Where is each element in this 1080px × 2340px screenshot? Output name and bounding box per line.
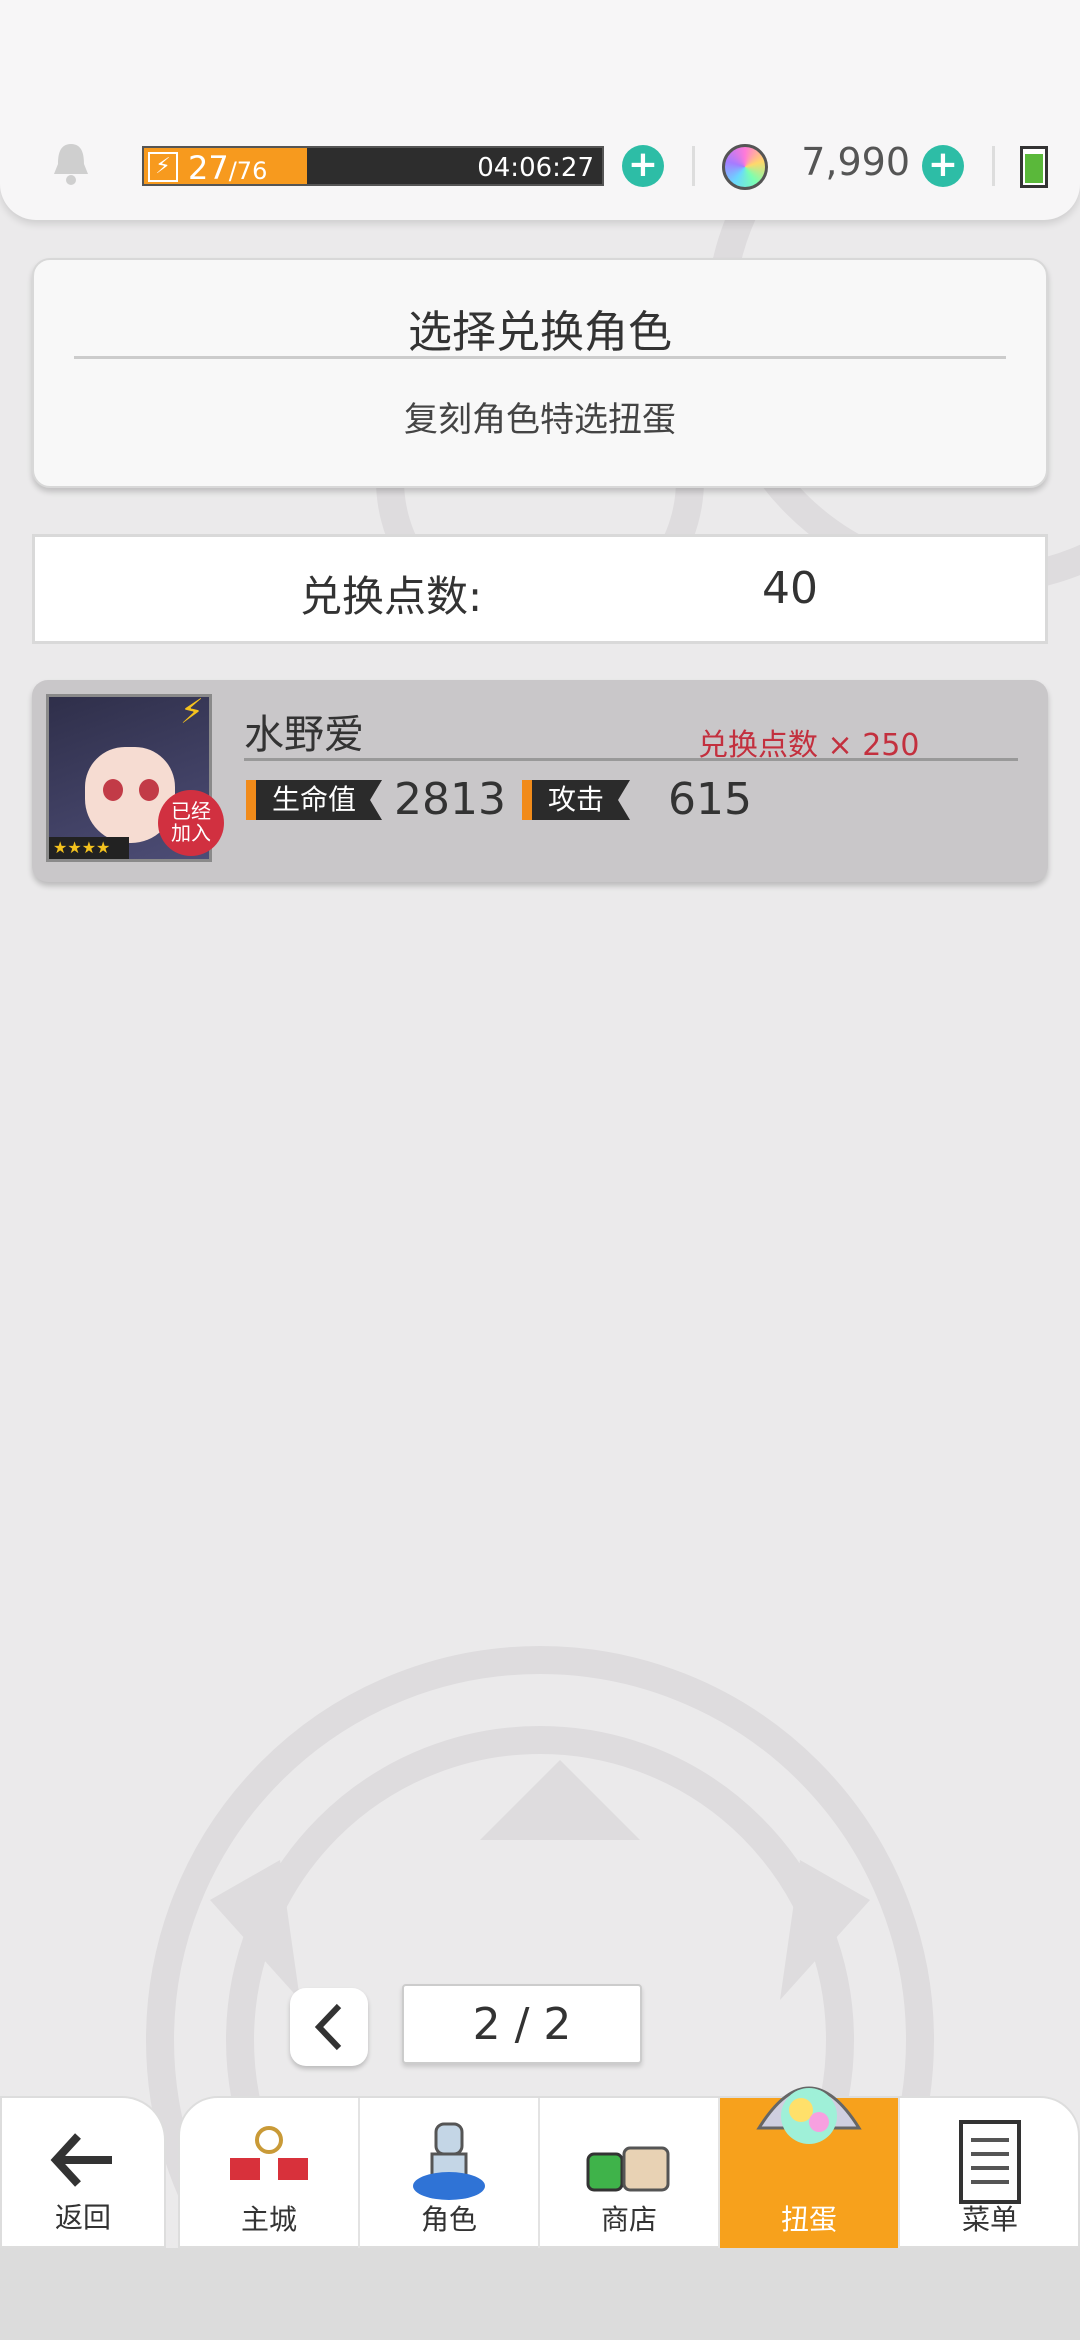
hp-value: 2813 bbox=[394, 774, 506, 825]
page-subtitle: 复刻角色特选扭蛋 bbox=[404, 400, 676, 440]
nav-item-menu[interactable]: 菜单 bbox=[900, 2098, 1080, 2248]
character-card[interactable]: ★★★★ ⚡ 已经 加入 水野爱 兑换点数 × 250 生命值 2813 攻击 … bbox=[32, 680, 1048, 882]
back-label: 返回 bbox=[54, 2201, 111, 2234]
divider bbox=[692, 146, 695, 186]
exchange-points-value: 40 bbox=[762, 563, 818, 614]
stamina-value: 27/76 bbox=[188, 149, 268, 187]
bottom-nav: 主城 角色 商店 扭蛋 菜单 bbox=[178, 2086, 1080, 2248]
lightning-icon: ⚡ bbox=[148, 152, 178, 182]
shop-icon bbox=[586, 2146, 670, 2192]
gem-count: 7,990 bbox=[801, 140, 910, 184]
add-gem-button[interactable]: + bbox=[922, 145, 964, 187]
previous-page-button[interactable] bbox=[290, 1988, 368, 2066]
stamina-bar: ⚡ 27/76 04:06:27 bbox=[142, 146, 604, 187]
stamina-timer: 04:06:27 bbox=[477, 153, 594, 183]
bell-icon[interactable] bbox=[50, 140, 92, 186]
battery-icon bbox=[1020, 146, 1048, 188]
character-icon bbox=[413, 2122, 485, 2200]
divider bbox=[244, 758, 1018, 761]
nav-item-gacha[interactable]: 扭蛋 bbox=[720, 2086, 900, 2248]
nav-label: 商店 bbox=[600, 2203, 657, 2236]
character-name: 水野爱 bbox=[244, 712, 364, 758]
page-title: 选择兑换角色 bbox=[408, 307, 672, 358]
joined-badge: 已经 加入 bbox=[158, 790, 224, 856]
attack-value: 615 bbox=[668, 774, 752, 825]
bottom-strip bbox=[0, 2248, 1080, 2340]
nav-label: 角色 bbox=[420, 2203, 477, 2236]
lightning-icon: ⚡ bbox=[180, 692, 204, 732]
castle-icon bbox=[230, 2126, 308, 2180]
nav-label: 扭蛋 bbox=[780, 2203, 837, 2236]
nav-item-castle[interactable]: 主城 bbox=[180, 2098, 360, 2248]
page-indicator: 2 / 2 bbox=[402, 1984, 642, 2064]
attack-label: 攻击 bbox=[522, 780, 630, 820]
back-arrow-icon bbox=[50, 2133, 112, 2187]
gacha-icon bbox=[756, 2086, 862, 2144]
status-bar: ⚡ 27/76 04:06:27 + 7,990 + bbox=[0, 0, 1080, 220]
exchange-points-label: 兑换点数: bbox=[300, 572, 483, 621]
divider bbox=[74, 356, 1006, 359]
hp-label: 生命值 bbox=[246, 780, 382, 820]
stamina-max: /76 bbox=[228, 157, 268, 185]
nav-label: 主城 bbox=[240, 2203, 297, 2236]
nav-label: 菜单 bbox=[961, 2203, 1018, 2236]
exchange-points-box: 兑换点数: 40 bbox=[32, 534, 1048, 644]
title-card: 选择兑换角色 复刻角色特选扭蛋 bbox=[32, 258, 1048, 488]
add-stamina-button[interactable]: + bbox=[622, 145, 664, 187]
back-button[interactable]: 返回 bbox=[0, 2096, 166, 2248]
nav-item-shop[interactable]: 商店 bbox=[540, 2098, 720, 2248]
divider bbox=[992, 146, 995, 186]
gem-icon bbox=[722, 144, 768, 190]
nav-item-character[interactable]: 角色 bbox=[360, 2098, 540, 2248]
menu-icon bbox=[959, 2120, 1021, 2204]
rarity-stars: ★★★★ bbox=[49, 837, 129, 859]
chevron-left-icon bbox=[314, 2003, 342, 2051]
